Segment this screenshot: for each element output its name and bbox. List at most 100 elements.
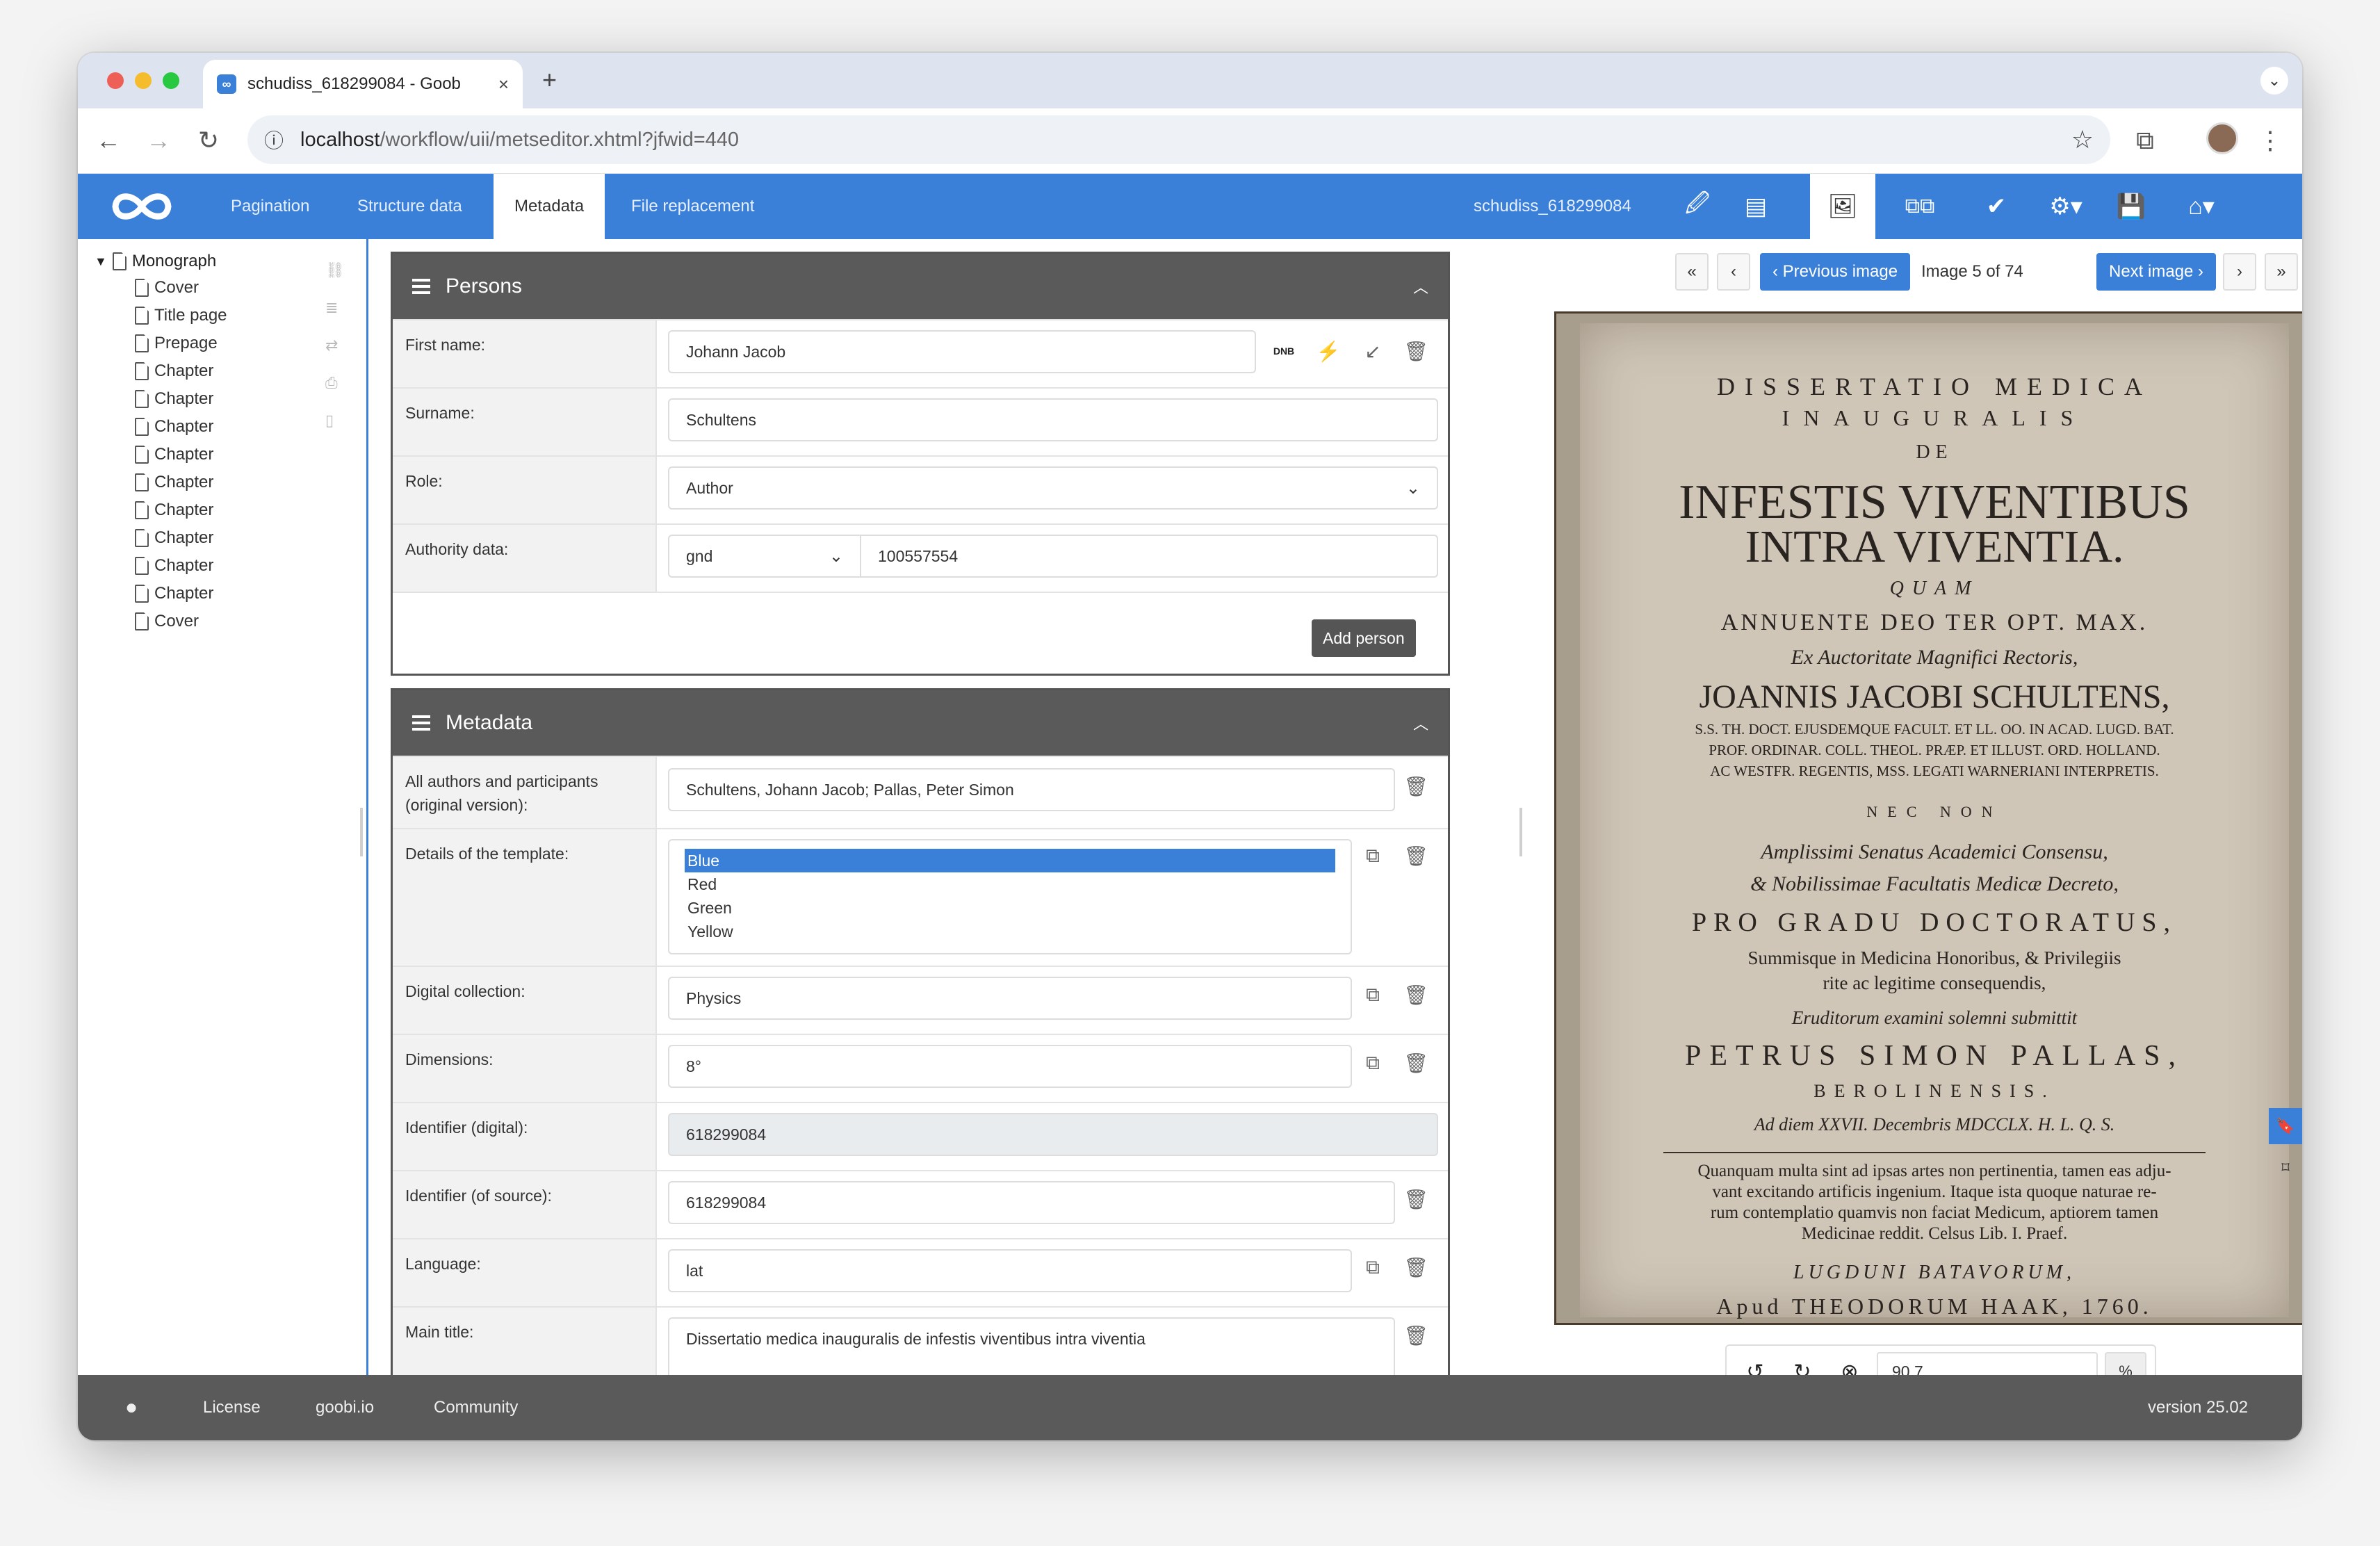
collection-input[interactable]: Physics <box>668 977 1352 1020</box>
tree-item[interactable]: Chapter <box>135 445 213 464</box>
maximize-window-button[interactable] <box>163 72 179 89</box>
id-source-input[interactable]: 618299084 <box>668 1181 1395 1224</box>
first-name-input[interactable]: Johann Jacob <box>668 330 1256 373</box>
last-image-button[interactable]: » <box>2265 253 2298 291</box>
edit-metadata-icon[interactable]: 🖉 <box>1668 174 1727 239</box>
template-option[interactable]: Blue <box>685 849 1335 872</box>
persons-header[interactable]: Persons ︿ <box>393 254 1448 319</box>
browser-menu-icon[interactable]: ⋮ <box>2253 124 2287 157</box>
add-person-button[interactable]: Add person <box>1312 619 1416 657</box>
site-info-icon[interactable]: ⓘ <box>264 126 284 154</box>
language-input[interactable]: lat <box>668 1249 1352 1292</box>
forward-icon[interactable]: → <box>142 124 175 157</box>
tab-metadata[interactable]: Metadata <box>494 174 605 239</box>
github-icon[interactable]: ● <box>125 1375 138 1440</box>
community-link[interactable]: Community <box>434 1375 518 1440</box>
list-icon[interactable]: ≣ <box>325 299 338 317</box>
metadata-header[interactable]: Metadata ︿ <box>393 690 1448 756</box>
license-link[interactable]: License <box>203 1375 261 1440</box>
tree-item[interactable]: Chapter <box>135 473 213 492</box>
authority-source-select[interactable]: gnd ⌄ <box>668 535 861 578</box>
tab-structure-data[interactable]: Structure data <box>336 174 483 239</box>
tree-item[interactable]: Chapter <box>135 528 213 548</box>
tab-close-icon[interactable]: × <box>498 74 509 95</box>
tree-item[interactable]: Prepage <box>135 334 218 353</box>
bookmark-star-icon[interactable]: ☆ <box>2071 125 2094 154</box>
viaf-search-icon[interactable]: ⚡ <box>1314 337 1342 365</box>
print-icon[interactable]: ⎙ <box>325 374 338 392</box>
tree-item[interactable]: Chapter <box>135 361 213 381</box>
duplicate-icon[interactable]: ⧉ <box>1359 1253 1387 1281</box>
dnb-search-icon[interactable]: DNB <box>1270 337 1298 365</box>
profile-avatar[interactable] <box>2206 122 2238 154</box>
collapse-icon[interactable]: ︿ <box>1413 275 1428 298</box>
main-title-textarea[interactable]: Dissertatio medica inauguralis de infest… <box>668 1317 1395 1377</box>
move-icon[interactable]: ⇄ <box>325 336 338 355</box>
tree-item[interactable]: Chapter <box>135 584 213 603</box>
browser-tab[interactable]: ∞ schudiss_618299084 - Goob × <box>203 60 523 108</box>
new-tab-icon[interactable]: + <box>542 65 557 95</box>
tab-file-replacement[interactable]: File replacement <box>610 174 775 239</box>
sidebar-splitter[interactable] <box>360 808 363 856</box>
tree-item[interactable]: Cover <box>135 612 199 631</box>
single-image-icon[interactable]: 🖼 <box>1810 174 1875 239</box>
duplicate-icon[interactable]: ⧉ <box>1359 842 1387 870</box>
delete-icon[interactable]: 🗑 <box>1402 1321 1430 1349</box>
document-icon[interactable]: ▤ <box>1727 174 1785 239</box>
home-menu-icon[interactable]: ⌂▾ <box>2163 174 2240 239</box>
delete-icon[interactable]: 🗑 <box>1402 1185 1430 1213</box>
template-option[interactable]: Yellow <box>685 920 1335 943</box>
goobi-io-link[interactable]: goobi.io <box>316 1375 374 1440</box>
tab-search-icon[interactable]: ⌄ <box>2260 67 2288 95</box>
viewer-splitter[interactable] <box>1519 808 1522 856</box>
bookmark-filled-icon[interactable]: 🔖 <box>2269 1108 2302 1144</box>
next-image-button[interactable]: Next image › <box>2096 253 2217 291</box>
minimize-window-button[interactable] <box>135 72 152 89</box>
extensions-icon[interactable]: ⧉ <box>2128 124 2162 157</box>
pdf-icon[interactable]: ▯ <box>325 412 334 430</box>
save-icon[interactable]: 💾 <box>2103 174 2159 239</box>
first-image-button[interactable]: « <box>1675 253 1709 291</box>
validate-icon[interactable]: ✔ <box>1969 174 2024 239</box>
scanned-page-image[interactable]: DISSERTATIO MEDICA INAUGURALIS DE INFEST… <box>1554 311 2302 1325</box>
template-option[interactable]: Green <box>685 896 1335 920</box>
delete-icon[interactable]: 🗑 <box>1402 1253 1430 1281</box>
tree-item[interactable]: Chapter <box>135 501 213 520</box>
previous-image-button[interactable]: ‹ Previous image <box>1760 253 1911 291</box>
template-option[interactable]: Red <box>685 872 1335 896</box>
tree-item[interactable]: Chapter <box>135 389 213 409</box>
duplicate-icon[interactable]: ⧉ <box>1359 1049 1387 1077</box>
delete-icon[interactable]: 🗑 <box>1402 842 1430 870</box>
authority-value-input[interactable]: 100557554 <box>860 535 1438 578</box>
role-select[interactable]: Author ⌄ <box>668 466 1438 510</box>
dimensions-input[interactable]: 8° <box>668 1045 1352 1088</box>
delete-icon[interactable]: 🗑 <box>1402 1049 1430 1077</box>
address-bar[interactable]: ⓘ localhost/workflow/uii/metseditor.xhtm… <box>247 115 2110 164</box>
tree-item[interactable]: Cover <box>135 278 199 298</box>
duplicate-icon[interactable]: ⧉ <box>1359 981 1387 1009</box>
tree-item[interactable]: Chapter <box>135 417 213 437</box>
expand-caret-icon[interactable]: ▼ <box>95 254 107 269</box>
next-image-small-button[interactable]: › <box>2223 253 2256 291</box>
authors-input[interactable]: Schultens, Johann Jacob; Pallas, Peter S… <box>668 768 1395 811</box>
previous-image-small-button[interactable]: ‹ <box>1717 253 1750 291</box>
tree-item[interactable]: Title page <box>135 306 227 325</box>
import-icon[interactable]: ↙ <box>1359 337 1387 365</box>
surname-input[interactable]: Schultens <box>668 398 1438 441</box>
link-icon[interactable]: ⛓ <box>325 261 345 279</box>
tree-item[interactable]: Chapter <box>135 556 213 576</box>
tab-pagination[interactable]: Pagination <box>210 174 330 239</box>
tree-root-node[interactable]: ▼ Monograph <box>95 252 216 271</box>
collapse-icon[interactable]: ︿ <box>1413 712 1428 734</box>
bookmark-outline-icon[interactable]: ⌑ <box>2269 1150 2302 1186</box>
settings-gear-icon[interactable]: ⚙▾ <box>2031 174 2101 239</box>
template-listbox[interactable]: Blue Red Green Yellow <box>668 839 1352 954</box>
thumbnails-icon[interactable]: ⧉⧉ <box>1878 174 1962 239</box>
delete-icon[interactable]: 🗑 <box>1402 981 1430 1009</box>
back-icon[interactable]: ← <box>92 124 125 157</box>
delete-icon[interactable]: 🗑 <box>1402 772 1430 800</box>
close-window-button[interactable] <box>107 72 124 89</box>
delete-icon[interactable]: 🗑 <box>1402 337 1430 365</box>
goobi-logo-icon[interactable] <box>103 182 181 231</box>
reload-icon[interactable]: ↻ <box>192 124 225 157</box>
